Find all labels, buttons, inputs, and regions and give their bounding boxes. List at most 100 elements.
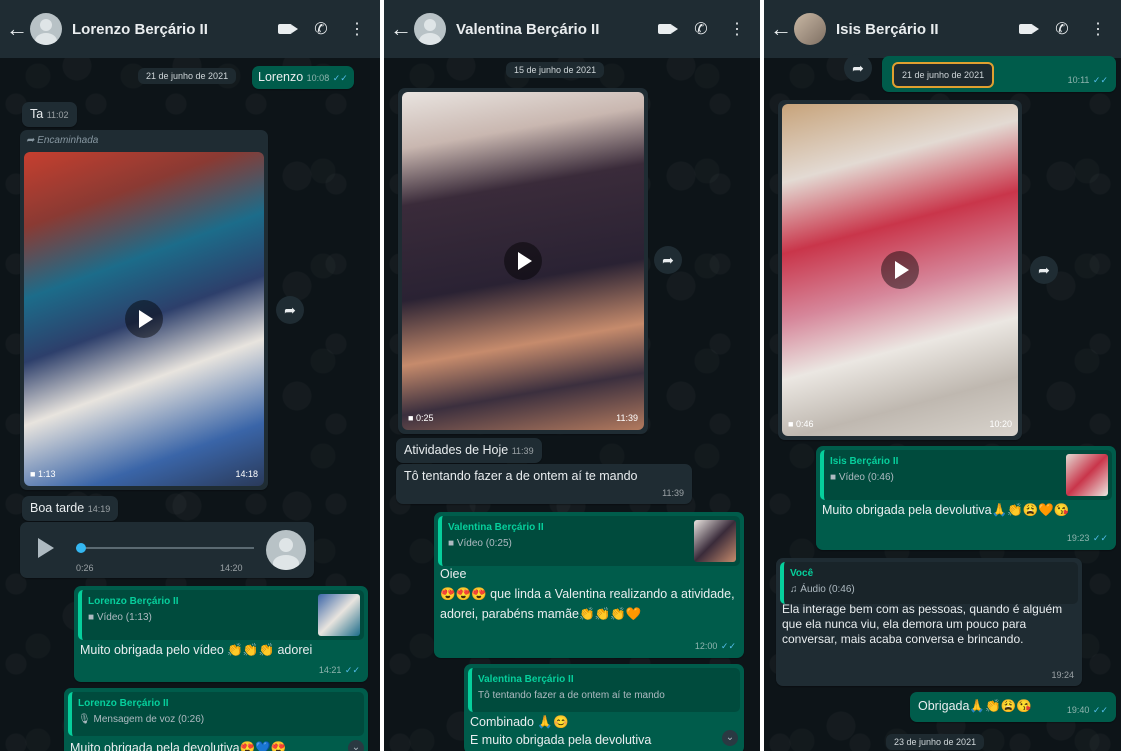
back-arrow-icon[interactable]: ← xyxy=(390,16,412,42)
video-message-bubble[interactable]: ➦ Encaminhada ■ 1:13 14:18 xyxy=(20,130,268,490)
reply-message-bubble[interactable]: Valentina Berçário II Tô tentando fazer … xyxy=(464,664,744,751)
reply-message-bubble-in[interactable]: Você ♫ Áudio (0:46) Ela interage bem com… xyxy=(776,558,1082,686)
quoted-sender: Valentina Berçário II xyxy=(448,522,544,533)
play-icon[interactable] xyxy=(504,242,542,280)
video-camera-icon: ■ xyxy=(88,612,95,623)
message-bubble-out[interactable]: 21 de junho de 2021 10:11 ✓✓ xyxy=(882,56,1116,92)
message-time: 14:20 xyxy=(220,563,243,573)
phone-call-icon[interactable]: ✆ xyxy=(688,19,714,39)
video-call-icon[interactable] xyxy=(652,20,678,38)
video-thumbnail[interactable]: ■ 1:13 14:18 xyxy=(24,152,264,486)
message-time: 10:11 xyxy=(1067,75,1090,85)
message-text: Combinado 🙏😊 xyxy=(470,715,569,729)
quoted-message[interactable]: Valentina Berçário II Tô tentando fazer … xyxy=(468,668,740,712)
message-list: 21 de junho de 2021 Lorenzo 10:08 ✓✓ Ta … xyxy=(0,58,380,751)
quoted-thumbnail xyxy=(1066,454,1108,496)
message-time: 11:39 xyxy=(616,413,638,423)
microphone-icon: 🎙 xyxy=(78,714,91,725)
message-text: Lorenzo xyxy=(258,70,304,84)
video-call-icon[interactable] xyxy=(1013,20,1039,38)
video-camera-icon: ■ xyxy=(830,472,837,483)
video-duration: 0:46 xyxy=(795,419,814,429)
quoted-text: Tô tentando fazer a de ontem aí te mando xyxy=(478,690,665,701)
chat-screen-lorenzo: ← Lorenzo Berçário II ✆ ⋮ 21 de junho de… xyxy=(0,0,380,751)
menu-dots-icon[interactable]: ⋮ xyxy=(1085,19,1111,39)
play-icon[interactable] xyxy=(125,300,163,338)
message-bubble-in[interactable]: Tô tentando fazer a de ontem aí te mando… xyxy=(396,464,692,504)
menu-dots-icon[interactable]: ⋮ xyxy=(344,19,370,39)
chat-header: ← Valentina Berçário II ✆ ⋮ xyxy=(384,0,760,58)
quoted-message[interactable]: Isis Berçário II ■ Vídeo (0:46) xyxy=(820,450,1112,500)
scroll-down-icon[interactable]: ⌄ xyxy=(348,740,364,751)
video-thumbnail[interactable]: ■ 0:25 11:39 xyxy=(402,92,644,430)
back-arrow-icon[interactable]: ← xyxy=(770,16,792,42)
quoted-sender: Valentina Berçário II xyxy=(478,674,574,685)
message-text: Atividades de Hoje xyxy=(404,443,509,457)
quoted-label: Vídeo (0:25) xyxy=(456,538,512,549)
share-icon[interactable]: ➦ xyxy=(1030,256,1058,284)
video-duration: 1:13 xyxy=(37,469,56,479)
date-divider: 23 de junho de 2021 xyxy=(886,734,985,750)
video-camera-icon: ■ xyxy=(788,419,794,429)
play-icon[interactable] xyxy=(38,538,54,558)
quoted-thumbnail xyxy=(318,594,360,636)
video-call-icon[interactable] xyxy=(272,20,298,38)
reply-message-bubble[interactable]: Lorenzo Berçário II 🎙 Mensagem de voz (0… xyxy=(64,688,368,751)
read-ticks-icon: ✓✓ xyxy=(344,665,360,675)
message-text: Muito obrigada pelo vídeo 👏👏👏 adorei xyxy=(80,643,313,657)
contact-avatar[interactable] xyxy=(30,13,62,45)
audio-progress-handle[interactable] xyxy=(76,543,86,553)
message-bubble-out[interactable]: Obrigada🙏👏😩😘 19:40 ✓✓ xyxy=(910,692,1116,722)
message-time: 10:08 xyxy=(306,73,330,83)
read-ticks-icon: ✓✓ xyxy=(1092,705,1108,715)
quoted-message[interactable]: Lorenzo Berçário II ■ Vídeo (1:13) xyxy=(78,590,364,640)
share-icon[interactable]: ➦ xyxy=(276,296,304,324)
headphones-icon: ♫ xyxy=(790,584,798,595)
message-list: 15 de junho de 2021 ■ 0:25 11:39 ➦ Ativi… xyxy=(384,58,760,751)
message-bubble-in[interactable]: Ta 11:02 xyxy=(22,102,77,127)
forward-icon: ➦ xyxy=(26,135,35,146)
quoted-label: Mensagem de voz (0:26) xyxy=(93,714,205,725)
contact-name[interactable]: Isis Berçário II xyxy=(836,21,1013,38)
date-divider: 21 de junho de 2021 xyxy=(138,68,237,84)
contact-name[interactable]: Valentina Berçário II xyxy=(456,21,652,38)
video-camera-icon: ■ xyxy=(30,469,36,479)
scroll-down-icon[interactable]: ⌄ xyxy=(722,730,738,746)
menu-dots-icon[interactable]: ⋮ xyxy=(724,19,750,39)
reply-message-bubble[interactable]: Lorenzo Berçário II ■ Vídeo (1:13) Muito… xyxy=(74,586,368,682)
message-bubble-out[interactable]: Lorenzo 10:08 ✓✓ xyxy=(252,66,354,89)
message-bubble-in[interactable]: Atividades de Hoje 11:39 xyxy=(396,438,542,463)
phone-call-icon[interactable]: ✆ xyxy=(308,19,334,39)
video-message-bubble[interactable]: ■ 0:25 11:39 xyxy=(398,88,648,434)
video-info: ■ 0:25 11:39 xyxy=(408,410,638,426)
quoted-message[interactable]: Valentina Berçário II ■ Vídeo (0:25) xyxy=(438,516,740,566)
audio-progress-track[interactable] xyxy=(76,547,254,549)
back-arrow-icon[interactable]: ← xyxy=(6,16,28,42)
reply-message-bubble[interactable]: Valentina Berçário II ■ Vídeo (0:25) Oie… xyxy=(434,512,744,658)
voice-message-bubble[interactable]: 0:26 14:20 xyxy=(20,522,314,578)
share-icon[interactable]: ➦ xyxy=(654,246,682,274)
chat-header: ← Lorenzo Berçário II ✆ ⋮ xyxy=(0,0,380,58)
video-info: ■ 1:13 14:18 xyxy=(30,466,258,482)
read-ticks-icon: ✓✓ xyxy=(1092,533,1108,543)
contact-avatar[interactable] xyxy=(794,13,826,45)
message-text: Muito obrigada pela devolutiva😍💙😍 xyxy=(70,741,287,751)
reply-message-bubble[interactable]: Isis Berçário II ■ Vídeo (0:46) Muito ob… xyxy=(816,446,1116,550)
phone-call-icon[interactable]: ✆ xyxy=(1049,19,1075,39)
date-divider: 15 de junho de 2021 xyxy=(506,62,605,78)
share-icon[interactable]: ➦ xyxy=(844,54,872,82)
video-thumbnail[interactable]: ■ 0:46 10:20 xyxy=(782,104,1018,436)
video-message-bubble[interactable]: ■ 0:46 10:20 xyxy=(778,100,1022,440)
message-bubble-in[interactable]: Boa tarde 14:19 xyxy=(22,496,119,521)
quoted-sender: Você xyxy=(790,568,814,579)
video-camera-icon: ■ xyxy=(408,413,414,423)
quoted-message[interactable]: Você ♫ Áudio (0:46) xyxy=(780,562,1078,604)
message-time: 19:40 xyxy=(1066,705,1090,715)
play-icon[interactable] xyxy=(881,251,919,289)
contact-name[interactable]: Lorenzo Berçário II xyxy=(72,21,272,38)
audio-elapsed: 0:26 xyxy=(76,563,94,573)
contact-avatar[interactable] xyxy=(414,13,446,45)
quoted-message[interactable]: Lorenzo Berçário II 🎙 Mensagem de voz (0… xyxy=(68,692,364,736)
message-text: Muito obrigada pela devolutiva🙏👏😩🧡😘 xyxy=(822,503,1070,517)
message-text: E muito obrigada pela devolutiva xyxy=(470,733,652,747)
